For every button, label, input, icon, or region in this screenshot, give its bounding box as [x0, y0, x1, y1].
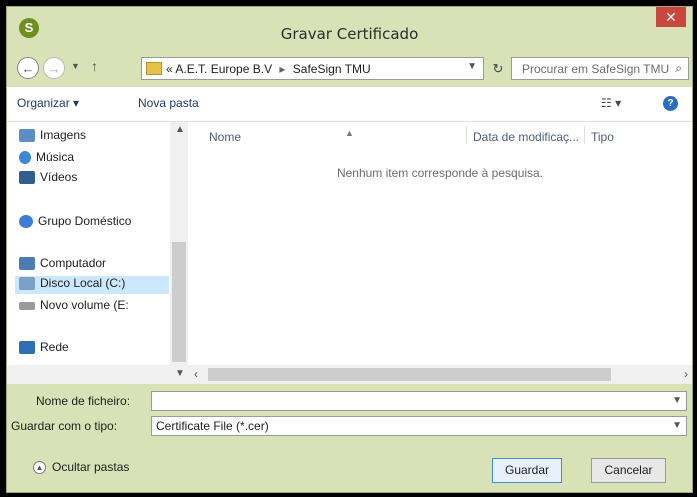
file-list: ▲ Nome Data de modificaç... Tipo Nenhum … — [188, 122, 692, 365]
forward-button[interactable]: → — [43, 57, 65, 79]
search-placeholder: Procurar em SafeSign TMU — [522, 62, 670, 76]
column-header-date[interactable]: Data de modificaç... — [473, 130, 579, 144]
save-dialog: S Gravar Certificado ✕ ← → ▼ ↑ « A.E.T. … — [6, 6, 693, 493]
file-type-value: Certificate File (*.cer) — [156, 419, 269, 433]
column-divider[interactable] — [584, 126, 585, 144]
pictures-icon — [19, 129, 35, 143]
chevron-down-icon[interactable]: ▼ — [672, 417, 682, 435]
drive-icon — [19, 301, 35, 310]
search-input[interactable]: Procurar em SafeSign TMU ⌕ — [511, 57, 689, 80]
address-bar-row: ← → ▼ ↑ « A.E.T. Europe B.V ▸ SafeSign T… — [15, 53, 689, 82]
breadcrumb-separator-icon[interactable]: ▸ — [279, 62, 285, 76]
filename-field[interactable]: ▼ — [151, 391, 687, 411]
scrollbar-thumb[interactable] — [208, 368, 611, 381]
nav-item-videos[interactable]: Vídeos — [19, 170, 77, 188]
nav-item-homegroup[interactable]: Grupo Doméstico — [19, 214, 131, 232]
search-icon[interactable]: ⌕ — [675, 61, 682, 76]
nav-item-local-disk[interactable]: Disco Local (C:) — [15, 276, 169, 294]
dialog-title: Gravar Certificado — [280, 25, 419, 43]
network-icon — [19, 341, 35, 355]
breadcrumb: « A.E.T. Europe B.V ▸ SafeSign TMU — [166, 62, 371, 76]
scrollbar-thumb[interactable] — [172, 242, 186, 362]
empty-message: Nenhum item corresponde à pesquisa. — [336, 166, 544, 180]
column-header-name[interactable]: ▲ Nome — [209, 128, 354, 144]
column-header-type[interactable]: Tipo — [591, 130, 614, 144]
nav-scroll-footer: ▼ — [7, 365, 188, 384]
breadcrumb-prefix[interactable]: « — [166, 62, 173, 76]
videos-icon — [19, 171, 35, 185]
organize-button[interactable]: Organizar ▾ — [17, 96, 79, 110]
horizontal-scrollbar[interactable]: ‹ › — [188, 365, 692, 384]
chevron-down-icon[interactable]: ▼ — [672, 392, 682, 410]
chevron-right-icon[interactable]: › — [684, 367, 688, 381]
file-type-select[interactable]: Certificate File (*.cer) ▼ — [151, 416, 687, 436]
hide-folders-toggle[interactable]: ▲ Ocultar pastas — [33, 460, 129, 475]
sort-arrow-icon: ▲ — [345, 128, 354, 138]
back-button[interactable]: ← — [17, 57, 39, 79]
filename-row: Nome de ficheiro: ▼ — [7, 389, 692, 413]
homegroup-icon — [19, 215, 33, 229]
title-bar: S Gravar Certificado ✕ — [7, 7, 692, 53]
up-button[interactable]: ↑ — [91, 58, 98, 74]
navigation-pane: Imagens Música Vídeos Grupo Doméstico Co… — [7, 122, 170, 365]
nav-item-network[interactable]: Rede — [19, 340, 69, 358]
nav-item-new-volume[interactable]: Novo volume (E: — [19, 298, 129, 316]
music-icon — [19, 151, 31, 165]
recent-locations-icon[interactable]: ▼ — [71, 61, 80, 71]
computer-icon — [19, 257, 35, 271]
breadcrumb-item[interactable]: SafeSign TMU — [293, 62, 371, 76]
collapse-icon: ▲ — [33, 461, 46, 475]
chevron-up-icon[interactable]: ▲ — [175, 124, 185, 135]
column-divider[interactable] — [466, 126, 467, 144]
filename-label: Nome de ficheiro: — [36, 394, 131, 408]
chevron-down-icon[interactable]: ▼ — [175, 368, 185, 379]
folder-icon — [146, 62, 162, 75]
close-button[interactable]: ✕ — [656, 7, 686, 27]
browser-area: Imagens Música Vídeos Grupo Doméstico Co… — [7, 121, 692, 384]
address-box[interactable]: « A.E.T. Europe B.V ▸ SafeSign TMU ▼ — [141, 57, 484, 80]
cancel-button[interactable]: Cancelar — [591, 458, 666, 483]
file-type-row: Guardar com o tipo: Certificate File (*.… — [7, 414, 692, 438]
toolbar: Organizar ▾ Nova pasta ☷ ▾ ? — [7, 87, 692, 121]
nav-item-pictures[interactable]: Imagens — [19, 128, 86, 146]
chevron-down-icon[interactable]: ▼ — [467, 61, 477, 72]
view-options-icon[interactable]: ☷ ▾ — [601, 96, 621, 110]
drive-icon — [19, 277, 35, 291]
new-folder-button[interactable]: Nova pasta — [138, 96, 199, 110]
breadcrumb-item[interactable]: A.E.T. Europe B.V — [175, 62, 272, 76]
save-button[interactable]: Guardar — [492, 458, 562, 483]
nav-vertical-scrollbar[interactable]: ▲ — [170, 122, 188, 365]
file-type-label: Guardar com o tipo: — [11, 419, 118, 433]
chevron-left-icon[interactable]: ‹ — [194, 367, 198, 381]
nav-item-computer[interactable]: Computador — [19, 256, 106, 274]
nav-item-music[interactable]: Música — [19, 150, 74, 168]
help-icon[interactable]: ? — [663, 96, 678, 111]
refresh-icon[interactable]: ↻ — [487, 57, 509, 80]
